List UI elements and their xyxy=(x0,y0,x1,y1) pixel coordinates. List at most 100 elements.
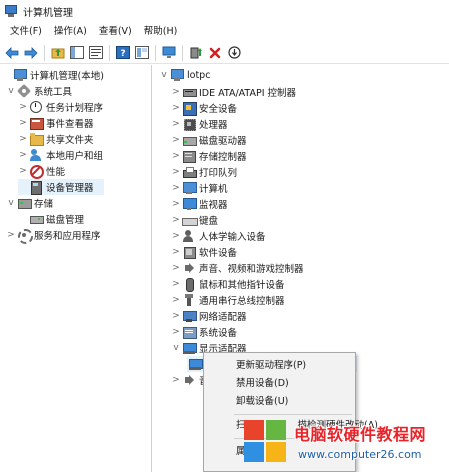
device-category-system[interactable]: > 系统设备 xyxy=(171,324,441,340)
menu-view[interactable]: 查看(V) xyxy=(93,23,138,41)
disable-device-icon[interactable] xyxy=(226,45,242,61)
expand-chevron-icon[interactable]: > xyxy=(171,244,181,260)
collapse-chevron-icon[interactable]: v xyxy=(171,340,181,356)
tree-expander[interactable] xyxy=(2,67,12,83)
expand-chevron-icon[interactable]: > xyxy=(171,116,181,132)
tree-item-computer-management[interactable]: 计算机管理(本地) xyxy=(2,67,150,83)
tree-item-event-viewer[interactable]: > 事件查看器 xyxy=(18,115,150,131)
tree-item-system-tools[interactable]: v 系统工具 xyxy=(6,83,150,99)
toolbar-separator xyxy=(155,44,156,61)
device-category-security[interactable]: > 安全设备 xyxy=(171,100,441,116)
expand-chevron-icon[interactable]: > xyxy=(171,372,181,388)
expand-chevron-icon[interactable]: > xyxy=(18,163,28,179)
tree-item-label: 任务计划程序 xyxy=(46,103,104,114)
expand-chevron-icon[interactable]: > xyxy=(171,292,181,308)
device-category-computer[interactable]: > 计算机 xyxy=(171,180,441,196)
device-category-storage-controller[interactable]: > 存储控制器 xyxy=(171,148,441,164)
device-category-network[interactable]: > 网络适配器 xyxy=(171,308,441,324)
tools-icon xyxy=(17,84,31,98)
tree-item-label: 服务和应用程序 xyxy=(34,231,101,242)
menu-uninstall-device[interactable]: 卸载设备(U) xyxy=(204,393,355,411)
expand-chevron-icon[interactable]: > xyxy=(171,100,181,116)
expand-chevron-icon[interactable]: > xyxy=(6,227,16,243)
computer-management-icon xyxy=(4,4,18,18)
tree-item-label: 本地用户和组 xyxy=(46,151,104,162)
expand-chevron-icon[interactable]: > xyxy=(171,164,181,180)
view-icon[interactable] xyxy=(134,45,150,61)
update-driver-icon[interactable] xyxy=(188,45,204,61)
expand-chevron-icon[interactable]: > xyxy=(171,212,181,228)
expand-chevron-icon[interactable]: > xyxy=(171,148,181,164)
back-arrow-icon[interactable] xyxy=(4,45,20,61)
device-category-monitor[interactable]: > 监视器 xyxy=(171,196,441,212)
device-category-label: 键盘 xyxy=(199,216,219,227)
device-category-mouse[interactable]: > 鼠标和其他指针设备 xyxy=(171,276,441,292)
device-category-software[interactable]: > 软件设备 xyxy=(171,244,441,260)
device-tree-root[interactable]: v lotpc xyxy=(159,67,359,83)
processor-icon xyxy=(182,117,196,131)
tree-item-disk-management[interactable]: 磁盘管理 xyxy=(18,211,150,227)
expand-chevron-icon[interactable]: > xyxy=(18,131,28,147)
menu-help[interactable]: 帮助(H) xyxy=(138,23,184,41)
menu-disable-device[interactable]: 禁用设备(D) xyxy=(204,375,355,393)
svg-text:?: ? xyxy=(120,49,125,59)
tree-item-local-users-groups[interactable]: > 本地用户和组 xyxy=(18,147,150,163)
device-category-disk-drive[interactable]: > 磁盘驱动器 xyxy=(171,132,441,148)
uninstall-icon[interactable] xyxy=(207,45,223,61)
tree-item-label: 性能 xyxy=(46,167,66,178)
shared-folder-icon xyxy=(29,132,44,146)
expand-chevron-icon[interactable]: > xyxy=(171,84,181,100)
device-category-label: 通用串行总线控制器 xyxy=(199,296,285,307)
show-hide-tree-icon[interactable] xyxy=(69,45,85,61)
expand-chevron-icon[interactable]: > xyxy=(171,228,181,244)
device-category-audio[interactable]: > 声音、视频和游戏控制器 xyxy=(171,260,441,276)
expand-chevron-icon[interactable]: > xyxy=(171,324,181,340)
site-watermark: 电脑软硬件教程网 www.computer26.com xyxy=(240,416,449,472)
device-category-label: 人体学输入设备 xyxy=(199,232,266,243)
device-category-ide[interactable]: > IDE ATA/ATAPI 控制器 xyxy=(171,84,441,100)
monitor-icon[interactable] xyxy=(161,45,177,61)
tree-item-performance[interactable]: > 性能 xyxy=(18,163,150,179)
menu-file[interactable]: 文件(F) xyxy=(4,23,48,41)
expand-chevron-icon[interactable]: > xyxy=(171,196,181,212)
usb-icon xyxy=(182,293,196,307)
toolbar-separator xyxy=(109,44,110,61)
menu-update-driver[interactable]: 更新驱动程序(P) xyxy=(204,357,355,375)
up-folder-icon[interactable] xyxy=(50,45,66,61)
device-category-hid[interactable]: > 人体学输入设备 xyxy=(171,228,441,244)
forward-arrow-icon[interactable] xyxy=(23,45,39,61)
navigation-tree: 计算机管理(本地) v 系统工具 > 任务计划程序 > 事件查看器 > 共享文件… xyxy=(0,65,152,472)
collapse-chevron-icon[interactable]: v xyxy=(159,67,169,83)
tree-item-shared-folders[interactable]: > 共享文件夹 xyxy=(18,131,150,147)
expand-chevron-icon[interactable]: > xyxy=(171,132,181,148)
tree-item-device-manager[interactable]: 设备管理器 xyxy=(18,179,104,195)
device-category-print-queue[interactable]: > 打印队列 xyxy=(171,164,441,180)
performance-icon xyxy=(29,164,44,179)
collapse-chevron-icon[interactable]: v xyxy=(6,83,16,99)
computer-icon xyxy=(170,68,184,82)
expand-chevron-icon[interactable]: > xyxy=(171,308,181,324)
expand-chevron-icon[interactable]: > xyxy=(18,99,28,115)
tree-item-services-apps[interactable]: > 服务和应用程序 xyxy=(6,227,150,244)
device-category-keyboard[interactable]: > 键盘 xyxy=(171,212,441,228)
help-icon[interactable]: ? xyxy=(115,45,131,61)
expand-chevron-icon[interactable]: > xyxy=(171,260,181,276)
tree-item-task-scheduler[interactable]: > 任务计划程序 xyxy=(18,99,150,115)
menu-action[interactable]: 操作(A) xyxy=(48,23,93,41)
collapse-chevron-icon[interactable]: v xyxy=(6,195,16,211)
device-category-usb[interactable]: > 通用串行总线控制器 xyxy=(171,292,441,308)
expand-chevron-icon[interactable]: > xyxy=(18,147,28,163)
device-category-label: 存储控制器 xyxy=(199,152,247,163)
hid-icon xyxy=(182,229,196,243)
expand-chevron-icon[interactable]: > xyxy=(171,180,181,196)
expand-chevron-icon[interactable]: > xyxy=(171,276,181,292)
tree-item-storage[interactable]: v 存储 xyxy=(6,195,150,211)
expand-chevron-icon[interactable]: > xyxy=(18,115,28,131)
properties-icon[interactable] xyxy=(88,45,104,61)
device-category-label: 处理器 xyxy=(199,120,228,131)
event-viewer-icon xyxy=(29,116,44,130)
device-category-label: 计算机 xyxy=(199,184,228,195)
storage-icon xyxy=(17,196,32,210)
monitor-icon xyxy=(182,197,197,211)
device-category-processor[interactable]: > 处理器 xyxy=(171,116,441,132)
